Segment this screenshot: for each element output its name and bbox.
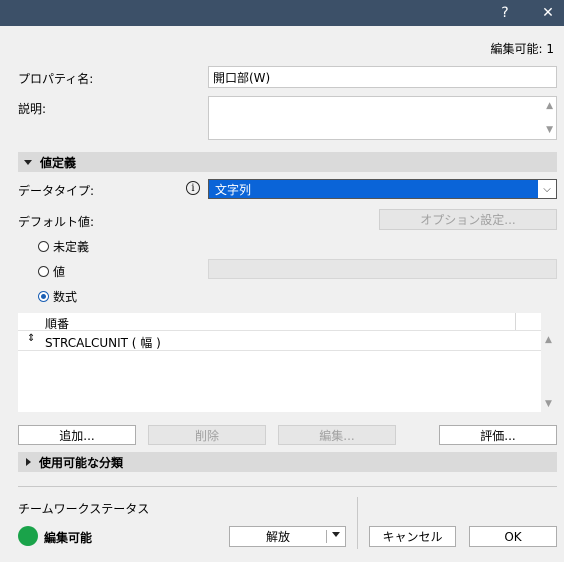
scroll-up-icon[interactable]: ▲ <box>546 101 553 111</box>
value-definition-title: 値定義 <box>40 155 77 170</box>
property-name-field[interactable]: 開口部(W) <box>208 66 557 88</box>
value-definition-section[interactable]: 値定義 <box>18 152 557 172</box>
edit-count: 編集可能: 1 <box>490 42 555 56</box>
property-name-label: プロパティ名: <box>18 72 94 86</box>
formula-table: 順番 ⇕ STRCALCUNIT ( 幅 ) <box>18 313 541 412</box>
scroll-down-icon[interactable]: ▼ <box>545 399 552 409</box>
value-input[interactable] <box>208 259 557 279</box>
default-value-label: デフォルト値: <box>18 215 95 229</box>
radio-circle <box>38 291 49 302</box>
release-button[interactable]: 解放 <box>229 526 346 547</box>
edit-button[interactable]: 編集... <box>278 425 396 445</box>
chevron-down-icon[interactable]: ⌵ <box>538 180 556 198</box>
radio-label: 値 <box>53 265 66 279</box>
description-label: 説明: <box>18 102 47 116</box>
radio-circle <box>38 241 49 252</box>
radio-circle <box>38 266 49 277</box>
radio-undefined[interactable]: 未定義 <box>38 238 89 255</box>
delete-button[interactable]: 削除 <box>148 425 266 445</box>
radio-value[interactable]: 値 <box>38 263 65 280</box>
status-indicator-icon <box>18 526 38 546</box>
property-name-value: 開口部(W) <box>213 71 271 85</box>
vertical-divider <box>357 497 358 549</box>
option-settings-button[interactable]: オプション設定... <box>379 209 557 230</box>
teamwork-status: 編集可能 <box>44 531 93 545</box>
collapsed-triangle-icon <box>26 458 31 466</box>
release-label: 解放 <box>265 530 290 544</box>
table-cell-formula: STRCALCUNIT ( 幅 ) <box>45 336 161 350</box>
help-button[interactable]: ? <box>487 0 523 26</box>
radio-label: 数式 <box>53 290 78 304</box>
radio-label: 未定義 <box>53 240 90 254</box>
table-row[interactable]: ⇕ STRCALCUNIT ( 幅 ) <box>18 331 541 351</box>
available-classes-section[interactable]: 使用可能な分類 <box>18 452 557 472</box>
table-header: 順番 <box>18 313 541 331</box>
table-scrollbar[interactable]: ▲ ▼ <box>541 313 557 412</box>
data-type-label: データタイプ: <box>18 184 95 198</box>
cancel-button[interactable]: キャンセル <box>369 526 456 547</box>
divider <box>18 486 557 487</box>
add-button[interactable]: 追加... <box>18 425 136 445</box>
available-classes-title: 使用可能な分類 <box>39 455 124 470</box>
teamwork-status-label: チームワークステータス <box>18 502 150 516</box>
dropdown-arrow-icon[interactable] <box>332 532 340 537</box>
title-bar <box>0 0 564 26</box>
evaluate-button[interactable]: 評価... <box>439 425 557 445</box>
radio-formula[interactable]: 数式 <box>38 288 77 305</box>
close-button[interactable]: ✕ <box>530 0 564 26</box>
scroll-up-icon[interactable]: ▲ <box>545 335 552 345</box>
split-divider <box>326 530 327 543</box>
info-icon[interactable]: i <box>186 181 200 195</box>
expand-triangle-icon <box>24 159 32 165</box>
data-type-value: 文字列 <box>215 182 252 197</box>
scroll-down-icon[interactable]: ▼ <box>546 125 553 135</box>
description-field[interactable]: ▲ ▼ <box>208 96 557 140</box>
ok-button[interactable]: OK <box>469 526 557 547</box>
data-type-dropdown[interactable]: 文字列 ⌵ <box>208 179 557 199</box>
column-divider <box>515 313 516 330</box>
reorder-handle-icon[interactable]: ⇕ <box>27 333 35 344</box>
table-header-order: 順番 <box>45 317 70 331</box>
